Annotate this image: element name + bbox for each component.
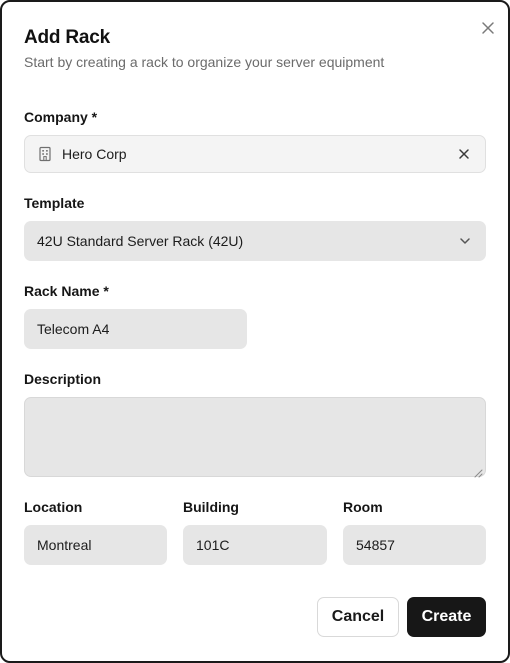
- building-label: Building: [183, 499, 239, 515]
- company-label: Company *: [24, 109, 98, 125]
- description-label: Description: [24, 371, 102, 387]
- company-field[interactable]: Hero Corp: [24, 135, 486, 173]
- room-input[interactable]: 54857: [343, 525, 486, 565]
- template-label: Template: [24, 195, 85, 211]
- location-label: Location: [24, 499, 83, 515]
- company-clear-button[interactable]: [457, 147, 471, 161]
- room-label: Room: [343, 499, 383, 515]
- resize-handle-icon[interactable]: [474, 465, 483, 478]
- create-button[interactable]: Create: [407, 597, 486, 637]
- description-textarea[interactable]: [24, 397, 486, 478]
- dialog-title: Add Rack: [24, 27, 111, 48]
- dialog-subtitle: Start by creating a rack to organize you…: [24, 54, 385, 70]
- chevron-down-icon: [458, 234, 472, 248]
- location-input[interactable]: Montreal: [24, 525, 167, 565]
- building-icon: [37, 146, 53, 162]
- location-value: Montreal: [37, 537, 92, 553]
- add-rack-dialog: Add Rack Start by creating a rack to org…: [0, 0, 510, 663]
- clear-icon: [459, 149, 469, 159]
- close-icon: [482, 22, 494, 34]
- close-button[interactable]: [479, 19, 497, 37]
- room-value: 54857: [356, 537, 395, 553]
- template-select[interactable]: 42U Standard Server Rack (42U): [24, 221, 486, 261]
- cancel-button[interactable]: Cancel: [317, 597, 399, 637]
- rack-name-value: Telecom A4: [37, 321, 110, 337]
- building-input[interactable]: 101C: [183, 525, 327, 565]
- rack-name-label: Rack Name *: [24, 283, 109, 299]
- template-value: 42U Standard Server Rack (42U): [37, 233, 244, 249]
- building-value: 101C: [196, 537, 230, 553]
- rack-name-input[interactable]: Telecom A4: [24, 309, 247, 349]
- company-value: Hero Corp: [62, 146, 127, 162]
